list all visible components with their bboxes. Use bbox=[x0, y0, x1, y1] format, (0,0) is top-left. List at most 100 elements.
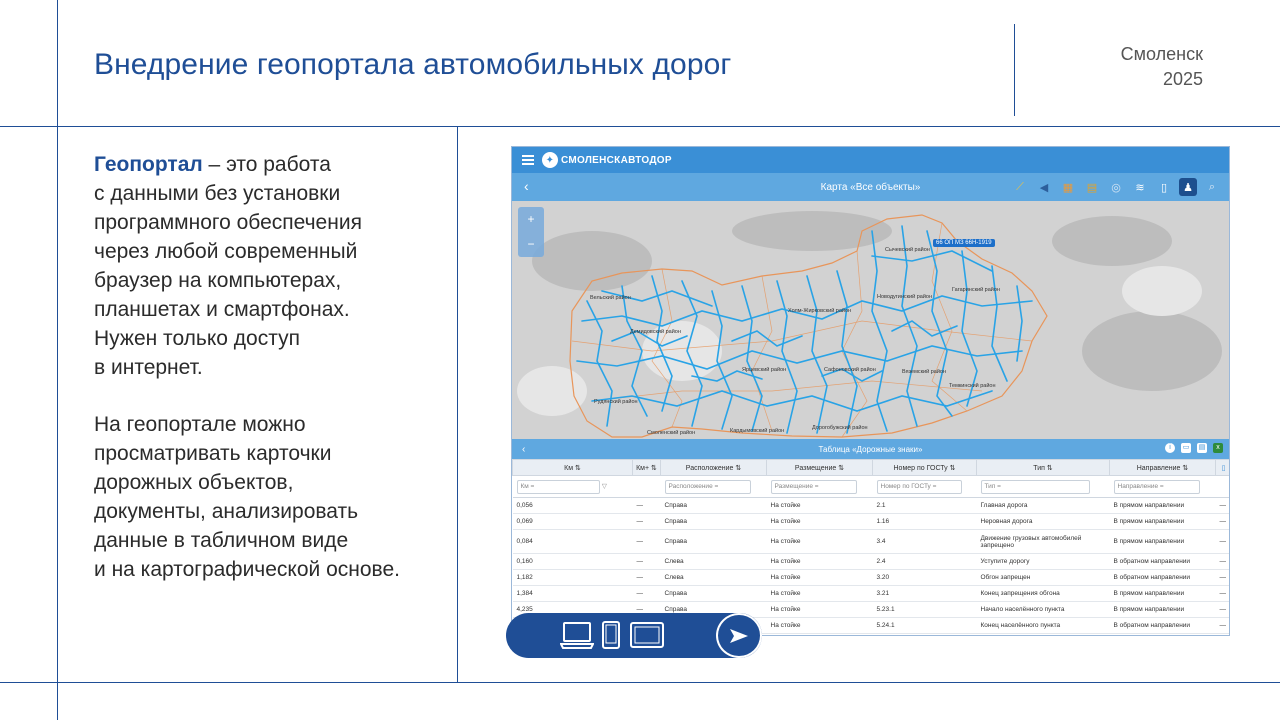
excel-icon[interactable]: x bbox=[1213, 443, 1223, 453]
table-toolbar: i ▭ ▤ x bbox=[1165, 443, 1223, 453]
brand-name: СМОЛЕНСКАВТОДОР bbox=[561, 154, 672, 166]
measure-icon[interactable]: ◀ bbox=[1035, 178, 1053, 196]
district-label: Вельский район bbox=[590, 294, 631, 301]
cell-type: Обгон запрещен bbox=[976, 569, 1110, 586]
cell-action: — bbox=[1215, 529, 1229, 554]
grid-icon[interactable]: ▦ bbox=[1059, 178, 1077, 196]
cell-direction: В прямом направлении bbox=[1109, 585, 1216, 602]
cell-location: Слева bbox=[660, 569, 767, 586]
column-type[interactable]: Тип ⇅ bbox=[976, 459, 1110, 476]
location-icon[interactable]: ◎ bbox=[1107, 178, 1125, 196]
map-toolbar: ⟋ ◀ ▦ ▤ ◎ ≋ ▯ ♟ ⌕ bbox=[1011, 178, 1221, 196]
book-icon[interactable]: ▯ bbox=[1155, 178, 1173, 196]
cell-type: Начало населённого пункта bbox=[976, 601, 1110, 618]
column-direction[interactable]: Направление ⇅ bbox=[1109, 459, 1216, 476]
column-gost-number[interactable]: Номер по ГОСТу ⇅ bbox=[872, 459, 977, 476]
cell-km-plus: — bbox=[632, 585, 661, 602]
zoom-in-button[interactable]: + bbox=[518, 207, 544, 232]
cell-direction: В прямом направлении bbox=[1109, 529, 1216, 554]
placement-filter-input[interactable]: Размещение = bbox=[770, 479, 858, 494]
features-line: дорожных объектов, bbox=[94, 471, 294, 494]
cell-km: 1,182 bbox=[512, 569, 633, 586]
city-name: Смоленск bbox=[1120, 44, 1203, 64]
search-icon[interactable]: ⌕ bbox=[1203, 178, 1221, 196]
district-label: Дорогобужский район bbox=[812, 424, 868, 431]
cell-gost-number: 2.1 bbox=[872, 497, 977, 514]
frame-mid-line bbox=[457, 126, 458, 682]
table-row[interactable]: 1,384— Справа На стойке 3.21 Конец запрещени… bbox=[512, 585, 1229, 602]
slide-title: Внедрение геопортала автомобильных дорог bbox=[94, 48, 732, 81]
cell-location: Справа bbox=[660, 513, 767, 530]
filter-icon[interactable]: ▽ bbox=[602, 483, 607, 490]
document-icon[interactable]: ▭ bbox=[1181, 443, 1191, 453]
back-icon[interactable]: ‹ bbox=[524, 178, 529, 194]
features-line: данные в табличном виде bbox=[94, 529, 349, 552]
zoom-control: + − bbox=[518, 207, 544, 257]
map-view[interactable]: Сычевский район Гагаринский район Новоду… bbox=[512, 201, 1229, 439]
print-table-icon[interactable]: ▤ bbox=[1197, 443, 1207, 453]
cell-action: — bbox=[1215, 569, 1229, 586]
cell-gost-number: 3.20 bbox=[872, 569, 977, 586]
layers-icon[interactable]: ≋ bbox=[1131, 178, 1149, 196]
cell-direction: В обратном направлении bbox=[1109, 569, 1216, 586]
cell-type: Движение грузовых автомобилей запрещено bbox=[976, 529, 1110, 554]
smartphone-icon bbox=[602, 621, 620, 649]
intro-line: в интернет. bbox=[94, 356, 203, 379]
intro-line: через любой современный bbox=[94, 240, 358, 263]
table-row[interactable]: 1,182— Слева На стойке 3.20 Обгон запрещен В … bbox=[512, 569, 1229, 586]
table-row[interactable]: 0,084— Справа На стойке 3.4 Движение грузовы… bbox=[512, 529, 1229, 554]
ruler-icon[interactable]: ⟋ bbox=[1011, 178, 1029, 196]
district-label: Демидовский район bbox=[630, 328, 681, 335]
intro-line: Нужен только доступ bbox=[94, 327, 300, 350]
column-location[interactable]: Расположение ⇅ bbox=[660, 459, 767, 476]
cell-placement: На стойке bbox=[766, 553, 873, 570]
cursor-arrow-icon bbox=[730, 628, 748, 643]
cell-location: Слева bbox=[660, 553, 767, 570]
cell-km-plus: — bbox=[632, 497, 661, 514]
table-row[interactable]: 0,160— Слева На стойке 2.4 Уступите дорогу В … bbox=[512, 553, 1229, 570]
direction-filter-input[interactable]: Направление = bbox=[1113, 479, 1201, 494]
cell-km: 0,160 bbox=[512, 553, 633, 570]
cell-placement: На стойке bbox=[766, 513, 873, 530]
location-filter-input[interactable]: Расположение = bbox=[664, 479, 752, 494]
print-icon[interactable]: ▤ bbox=[1083, 178, 1101, 196]
district-label: Сычевский район bbox=[885, 246, 930, 253]
cell-type: Главная дорога bbox=[976, 497, 1110, 514]
term-geoportal: Геопортал bbox=[94, 153, 203, 176]
gost-filter-input[interactable]: Номер по ГОСТу = bbox=[876, 479, 962, 494]
cell-km-plus: — bbox=[632, 569, 661, 586]
cell-km: 0,084 bbox=[512, 529, 633, 554]
cell-gost-number: 2.4 bbox=[872, 553, 977, 570]
frame-bottom-line bbox=[0, 682, 1280, 683]
cell-type: Неровная дорога bbox=[976, 513, 1110, 530]
menu-icon[interactable] bbox=[522, 155, 534, 165]
cell-km: 0,056 bbox=[512, 497, 633, 514]
table-row[interactable]: 0,069— Справа На стойке 1.16 Неровная дорога… bbox=[512, 513, 1229, 530]
intro-line: программного обеспечения bbox=[94, 211, 362, 234]
intro-line: – это работа bbox=[202, 153, 331, 176]
district-label: Смоленский район bbox=[647, 429, 695, 436]
arrow-button[interactable] bbox=[716, 613, 762, 658]
intro-line: браузер на компьютерах, bbox=[94, 269, 342, 292]
road-tag[interactable]: 66 ОП МЗ 66Н-1919 bbox=[933, 239, 995, 247]
km-filter-input[interactable]: Км = bbox=[516, 479, 601, 494]
cell-action: — bbox=[1215, 585, 1229, 602]
column-km-plus[interactable]: Км+ ⇅ bbox=[632, 459, 661, 476]
cell-placement: На стойке bbox=[766, 585, 873, 602]
type-filter-input[interactable]: Тип = bbox=[980, 479, 1091, 494]
features-line: На геопортале можно bbox=[94, 413, 306, 436]
column-placement[interactable]: Размещение ⇅ bbox=[766, 459, 873, 476]
zoom-out-button[interactable]: − bbox=[518, 232, 544, 257]
cell-placement: На стойке bbox=[766, 529, 873, 554]
column-settings-icon[interactable]: ▯ bbox=[1215, 459, 1229, 476]
features-line: просматривать карточки bbox=[94, 442, 332, 465]
table-header-row: Км ⇅ Км+ ⇅ Расположение ⇅ Размещение ⇅ Н… bbox=[512, 459, 1229, 476]
features-line: документы, анализировать bbox=[94, 500, 359, 523]
table-row[interactable]: 0,056— Справа На стойке 2.1 Главная дорога В … bbox=[512, 497, 1229, 514]
user-map-icon[interactable]: ♟ bbox=[1179, 178, 1197, 196]
cell-km-plus: — bbox=[632, 513, 661, 530]
info-icon[interactable]: i bbox=[1165, 443, 1175, 453]
column-km[interactable]: Км ⇅ bbox=[512, 459, 633, 476]
collapse-icon[interactable]: ‹ bbox=[522, 444, 525, 455]
cell-placement: На стойке bbox=[766, 617, 873, 634]
